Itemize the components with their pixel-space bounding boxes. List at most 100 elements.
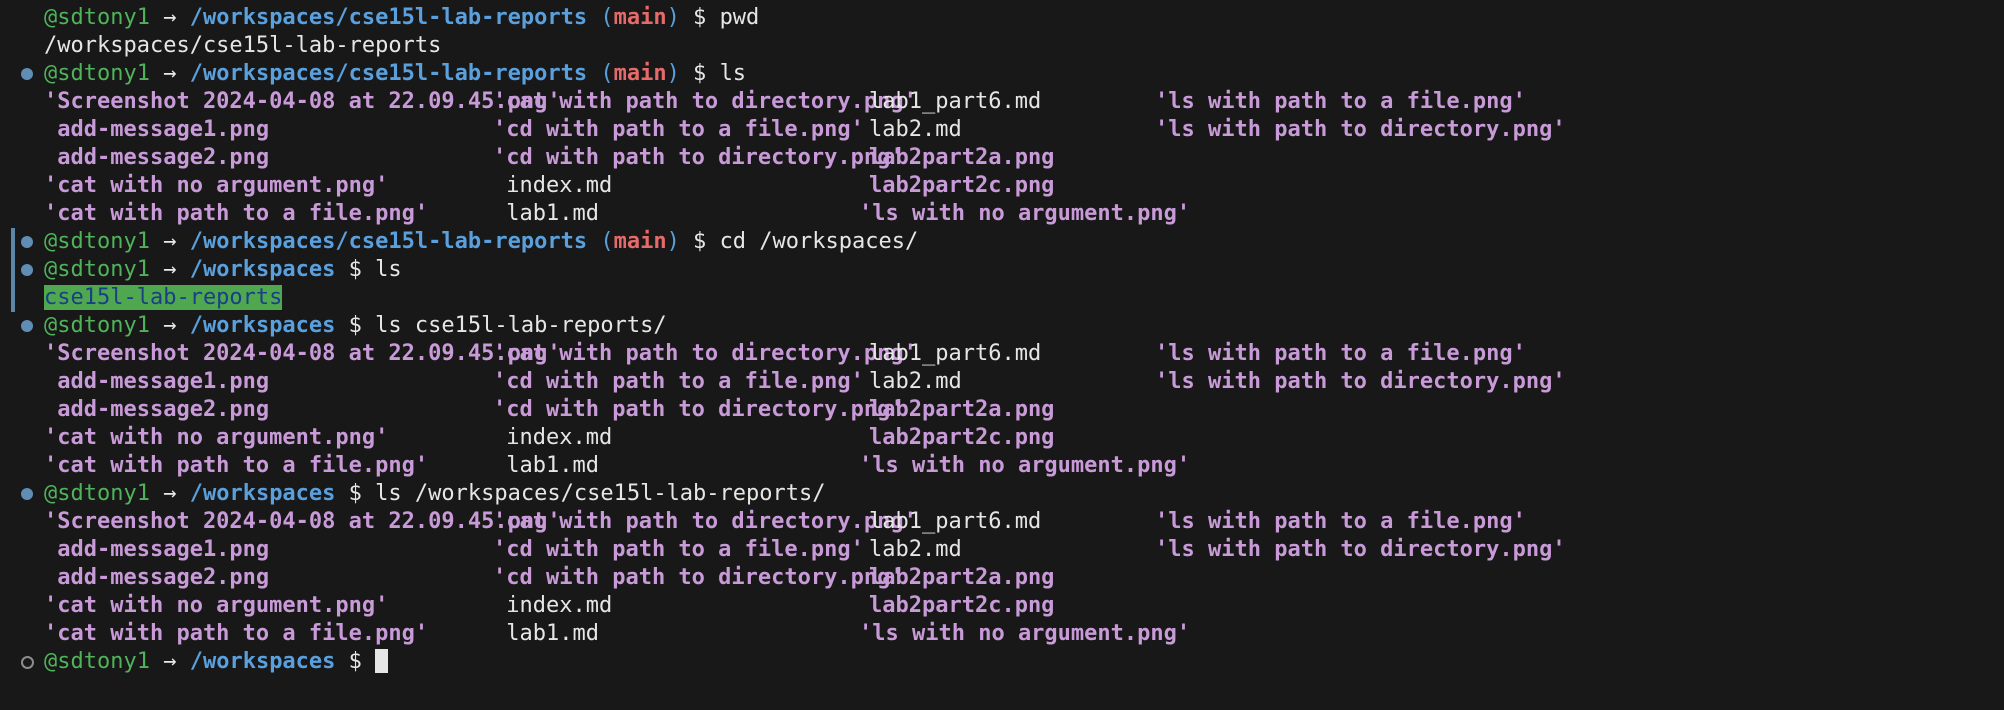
prompt-dollar: $: [335, 481, 376, 506]
prompt-arrow: →: [149, 61, 190, 86]
file-entry-png: 'cat with path to directory.png': [493, 341, 917, 366]
prompt-branch: main: [613, 5, 667, 30]
file-entry-png: 'cd with path to directory.png': [493, 145, 904, 170]
file-entry-png: 'Screenshot 2024-04-08 at 22.09.45.png': [44, 341, 561, 366]
file-entry-png: 'cat with no argument.png': [44, 173, 389, 198]
output-line: 'cat with no argument.png' index.md lab2p…: [0, 424, 2004, 452]
command-text: pwd: [719, 5, 760, 30]
file-entry-png: 'ls with path to directory.png': [1155, 369, 1566, 394]
command-status-dot-icon[interactable]: [21, 264, 33, 276]
output-line: 'Screenshot 2024-04-08 at 22.09.45.png' '…: [0, 508, 2004, 536]
prompt-line: @sdtony1 → /workspaces $ ls cse15l-lab-r…: [0, 312, 2004, 340]
file-entry-png: 'cat with no argument.png': [44, 425, 389, 450]
command-status-dot-icon[interactable]: [21, 320, 33, 332]
gutter: [0, 256, 40, 284]
gutter: [0, 172, 40, 200]
gutter: [0, 620, 40, 648]
prompt-path: /workspaces/cse15l-lab-reports: [189, 5, 588, 30]
gutter: [0, 592, 40, 620]
file-entry-png: 'cd with path to a file.png': [493, 117, 864, 142]
command-text: ls cse15l-lab-reports/: [375, 313, 667, 338]
prompt-paren: (: [587, 5, 614, 30]
text-cursor[interactable]: [375, 649, 389, 673]
command-status-dot-icon[interactable]: [21, 488, 33, 500]
file-entry-png: 'ls with no argument.png': [859, 201, 1191, 226]
directory-entry: cse15l-lab-reports: [44, 285, 283, 310]
output-line: add-message1.png 'cd with path to a file.…: [0, 536, 2004, 564]
gutter: [0, 228, 40, 256]
output-line: add-message1.png 'cd with path to a file.…: [0, 368, 2004, 396]
prompt-arrow: →: [149, 229, 190, 254]
file-entry-png: lab2part2c.png: [869, 593, 1055, 618]
prompt-dollar: $: [335, 313, 376, 338]
prompt-line: @sdtony1 → /workspaces $ ls /workspaces/…: [0, 480, 2004, 508]
prompt-user: @sdtony1: [44, 5, 150, 30]
prompt-dollar: $: [679, 61, 720, 86]
gutter: [0, 536, 40, 564]
output-line: 'cat with path to a file.png' lab1.md 'ls…: [0, 620, 2004, 648]
prompt-user: @sdtony1: [44, 257, 150, 282]
gutter: [0, 340, 40, 368]
line-content: /workspaces/cse15l-lab-reports: [44, 32, 441, 60]
file-entry-png: 'cat with no argument.png': [44, 593, 389, 618]
prompt-paren: ): [666, 61, 680, 86]
prompt-user: @sdtony1: [44, 649, 150, 674]
file-entry-png: lab2part2a.png: [869, 397, 1055, 422]
prompt-arrow: →: [149, 5, 190, 30]
file-entry-md: lab1_part6.md: [869, 341, 1042, 366]
output-line: 'cat with path to a file.png' lab1.md 'ls…: [0, 452, 2004, 480]
prompt-user: @sdtony1: [44, 229, 150, 254]
gutter: [0, 60, 40, 88]
output-line: add-message2.png 'cd with path to directo…: [0, 144, 2004, 172]
gutter: [0, 144, 40, 172]
command-status-dot-icon[interactable]: [21, 68, 33, 80]
prompt-path: /workspaces/cse15l-lab-reports: [189, 61, 588, 86]
file-entry-png: 'cat with path to a file.png': [44, 201, 429, 226]
file-entry-png: 'ls with path to directory.png': [1155, 117, 1566, 142]
file-entry-png: 'ls with path to a file.png': [1155, 509, 1526, 534]
prompt-branch: main: [613, 61, 667, 86]
prompt-line: @sdtony1 → /workspaces/cse15l-lab-report…: [0, 228, 2004, 256]
file-entry-md: lab1.md: [493, 201, 599, 226]
prompt-line: @sdtony1 → /workspaces/cse15l-lab-report…: [0, 60, 2004, 88]
prompt-line: @sdtony1 → /workspaces $: [0, 648, 2004, 676]
file-entry-png: lab2part2a.png: [869, 145, 1055, 170]
terminal-output[interactable]: @sdtony1 → /workspaces/cse15l-lab-report…: [0, 4, 2004, 676]
file-entry-png: 'ls with path to a file.png': [1155, 341, 1526, 366]
gutter: [0, 648, 40, 676]
gutter: [0, 368, 40, 396]
line-content: @sdtony1 → /workspaces $ ls /workspaces/…: [44, 480, 826, 508]
line-content: @sdtony1 → /workspaces $ ls cse15l-lab-r…: [44, 312, 667, 340]
output-line: add-message2.png 'cd with path to directo…: [0, 564, 2004, 592]
prompt-arrow: →: [149, 257, 190, 282]
prompt-paren: ): [666, 5, 680, 30]
output-text: /workspaces/cse15l-lab-reports: [44, 33, 442, 58]
line-content: @sdtony1 → /workspaces $ ls: [44, 256, 402, 284]
file-entry-md: lab1_part6.md: [869, 509, 1042, 534]
prompt-line: @sdtony1 → /workspaces $ ls: [0, 256, 2004, 284]
file-entry-png: add-message2.png: [44, 397, 270, 422]
prompt-dollar: $: [335, 649, 376, 674]
file-entry-png: 'ls with path to a file.png': [1155, 89, 1526, 114]
file-entry-png: add-message1.png: [44, 117, 270, 142]
file-entry-png: lab2part2c.png: [869, 173, 1055, 198]
gutter: [0, 4, 40, 32]
prompt-dollar: $: [679, 229, 720, 254]
file-entry-png: 'ls with no argument.png': [859, 453, 1191, 478]
prompt-path: /workspaces: [189, 649, 336, 674]
file-entry-png: 'Screenshot 2024-04-08 at 22.09.45.png': [44, 89, 561, 114]
line-content: @sdtony1 → /workspaces $: [44, 648, 389, 676]
prompt-user: @sdtony1: [44, 481, 150, 506]
file-entry-png: 'cd with path to a file.png': [493, 369, 864, 394]
command-text: ls: [375, 257, 402, 282]
output-line: 'cat with no argument.png' index.md lab2p…: [0, 592, 2004, 620]
prompt-path: /workspaces: [189, 481, 336, 506]
output-line: 'cat with path to a file.png' lab1.md 'ls…: [0, 200, 2004, 228]
file-entry-md: lab2.md: [869, 369, 962, 394]
line-content: @sdtony1 → /workspaces/cse15l-lab-report…: [44, 4, 759, 32]
gutter: [0, 480, 40, 508]
prompt-dollar: $: [335, 257, 376, 282]
command-status-dot-icon[interactable]: [21, 236, 33, 248]
output-line: 'cat with no argument.png' index.md lab2p…: [0, 172, 2004, 200]
prompt-path: /workspaces/cse15l-lab-reports: [189, 229, 588, 254]
